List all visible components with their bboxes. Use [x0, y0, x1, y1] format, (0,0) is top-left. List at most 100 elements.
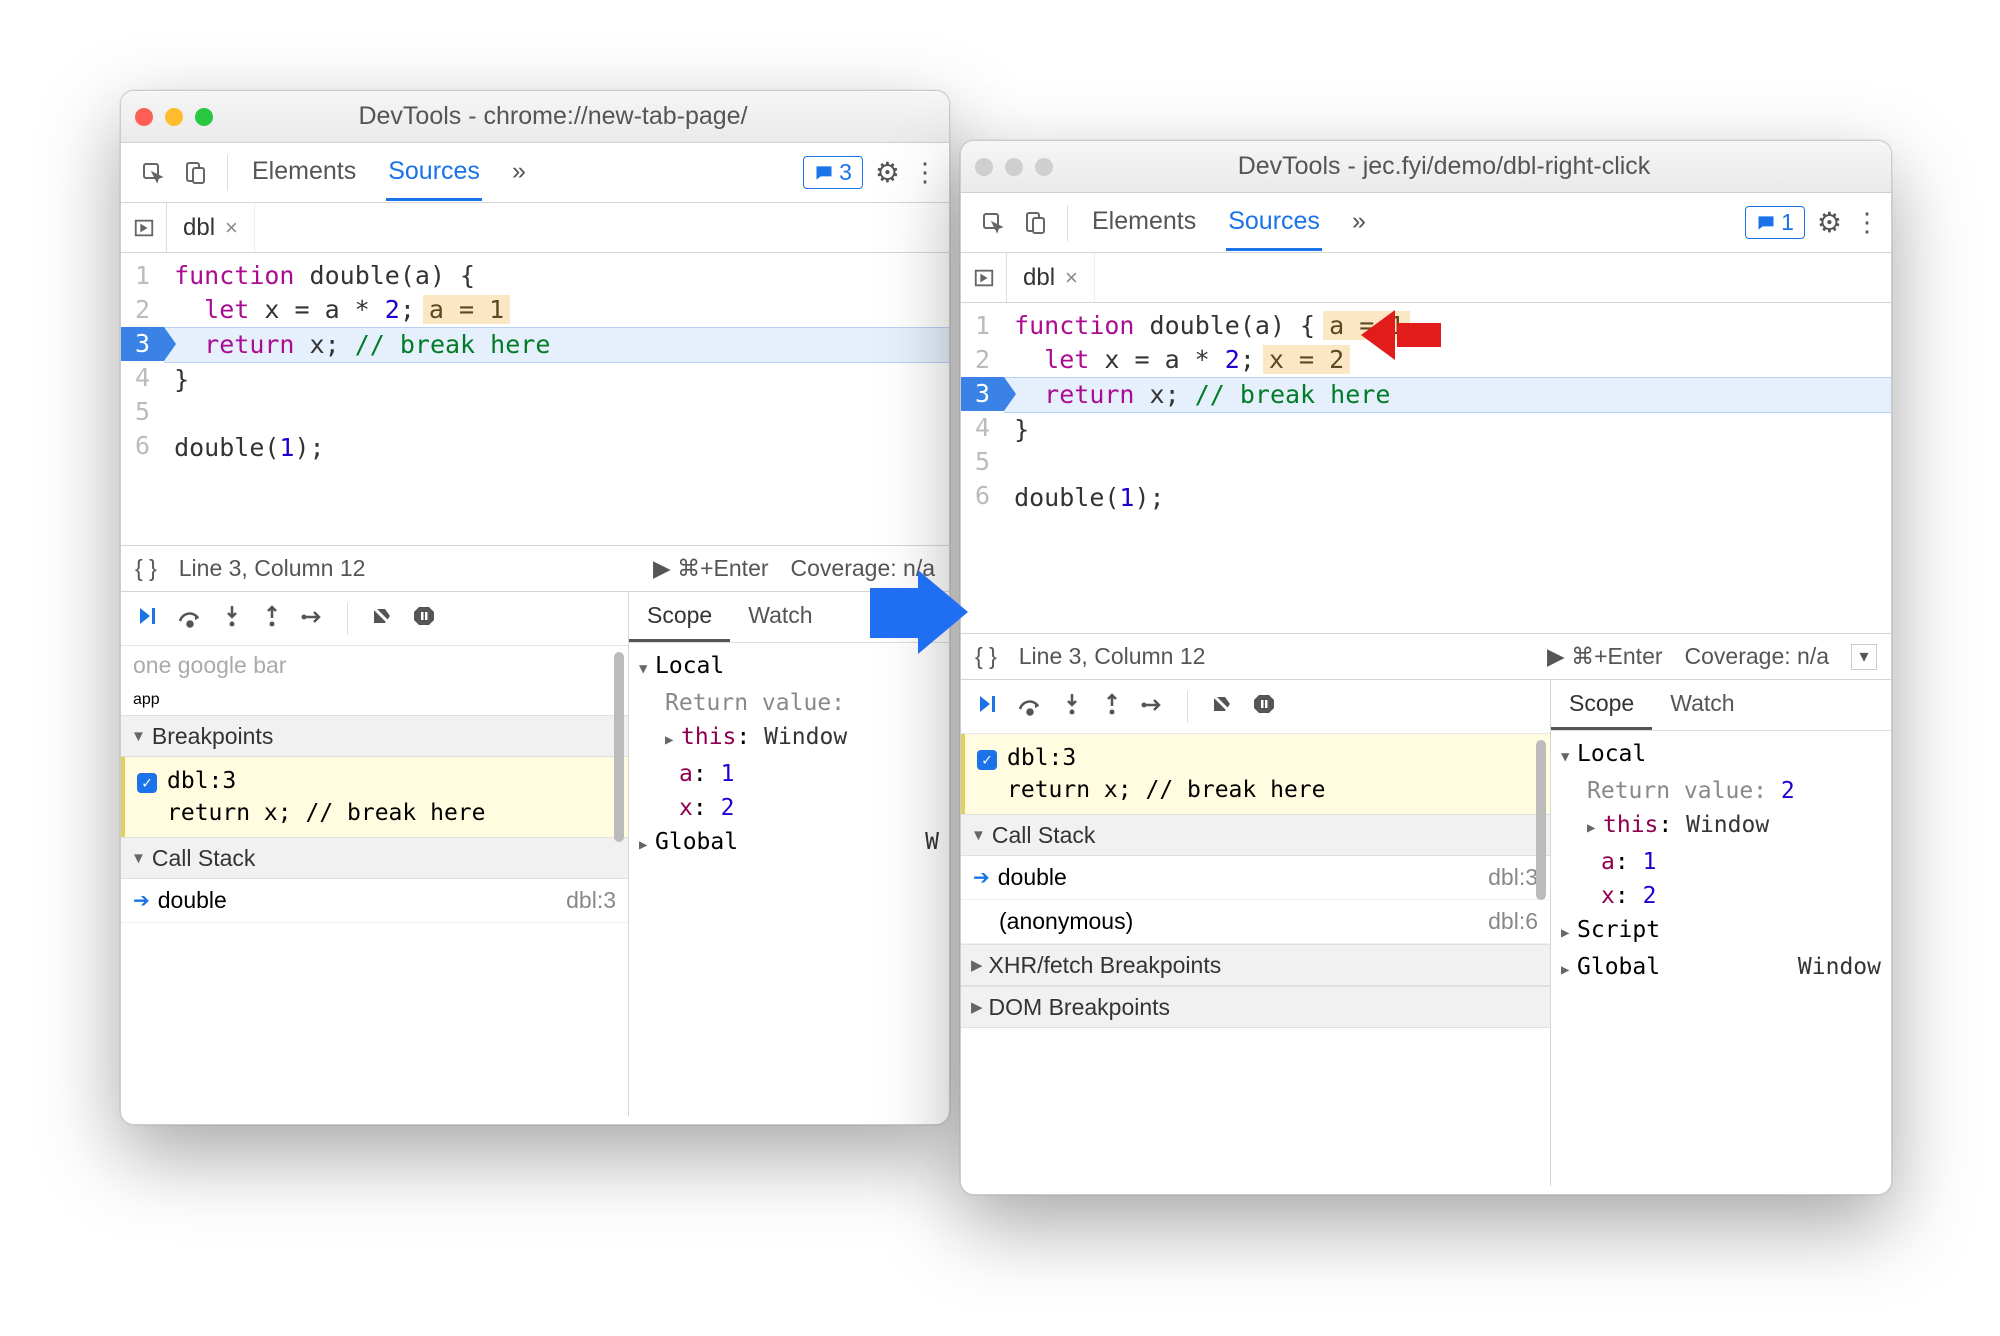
gear-icon[interactable]: ⚙ [1817, 206, 1842, 239]
deactivate-bp-icon[interactable] [1210, 691, 1234, 723]
cursor-position: Line 3, Column 12 [1019, 643, 1206, 670]
breakpoint-checkbox[interactable]: ✓ [977, 750, 997, 770]
panel-toolbar: Elements Sources » 1 ⚙ ⋮ [961, 193, 1891, 253]
status-bar: { } Line 3, Column 12 ▶ ⌘+Enter Coverage… [961, 633, 1891, 679]
breakpoint-checkbox[interactable]: ✓ [137, 773, 157, 793]
device-icon[interactable] [1017, 205, 1053, 241]
xhr-breakpoints-header[interactable]: ▶XHR/fetch Breakpoints [961, 944, 1550, 986]
deactivate-bp-icon[interactable] [370, 603, 394, 635]
debug-left-pane: ✓dbl:3 return x; // break here ▼Call Sta… [961, 680, 1551, 1186]
faded-item: one google bar [121, 646, 628, 685]
stack-frame[interactable]: ➔ double dbl:3 [961, 856, 1550, 900]
step-into-icon[interactable] [221, 603, 243, 635]
traffic-lights [975, 158, 1053, 176]
scrollbar-thumb[interactable] [1536, 740, 1546, 900]
callstack-header[interactable]: ▼Call Stack [961, 814, 1550, 856]
debug-right-pane: Scope Watch ▼Local Return value: 2 ▶this… [1551, 680, 1891, 1186]
navigator-icon[interactable] [121, 203, 167, 252]
pretty-print-icon[interactable]: { } [975, 643, 997, 670]
tab-scope[interactable]: Scope [1551, 680, 1652, 730]
pause-exceptions-icon[interactable] [412, 603, 436, 635]
file-tab-label: dbl [183, 214, 215, 242]
close-icon[interactable] [975, 158, 993, 176]
inspect-icon[interactable] [135, 155, 171, 191]
scope-watch-tabs: Scope Watch [1551, 680, 1891, 731]
maximize-icon[interactable] [1035, 158, 1053, 176]
cursor-position: Line 3, Column 12 [179, 555, 366, 582]
scope-tree: ▼Local Return value: ▶this: Window a: 1 … [629, 643, 949, 868]
annotation-red-arrow [1361, 313, 1441, 353]
file-tab-dbl[interactable]: dbl × [1007, 253, 1095, 302]
scope-item-app[interactable]: app [121, 685, 628, 715]
step-over-icon[interactable] [1017, 691, 1043, 723]
breakpoint-item[interactable]: ✓dbl:3 return x; // break here [121, 757, 628, 837]
step-icon[interactable] [301, 603, 325, 635]
maximize-icon[interactable] [195, 108, 213, 126]
divider [227, 155, 228, 191]
devtools-window-left: DevTools - chrome://new-tab-page/ Elemen… [120, 90, 950, 1125]
tab-elements[interactable]: Elements [1090, 195, 1198, 251]
debugger-pane: one google bar app ▼Breakpoints ✓dbl:3 r… [121, 591, 949, 1116]
tab-more[interactable]: » [1350, 195, 1368, 251]
divider [1067, 205, 1068, 241]
scrollbar-thumb[interactable] [614, 652, 624, 842]
device-icon[interactable] [177, 155, 213, 191]
resume-icon[interactable] [975, 691, 999, 723]
navigator-icon[interactable] [961, 253, 1007, 302]
step-into-icon[interactable] [1061, 691, 1083, 723]
gear-icon[interactable]: ⚙ [875, 156, 900, 189]
kebab-icon[interactable]: ⋮ [912, 157, 935, 188]
breakpoint-item[interactable]: ✓dbl:3 return x; // break here [961, 734, 1550, 814]
devtools-window-right: DevTools - jec.fyi/demo/dbl-right-click … [960, 140, 1892, 1195]
tab-sources[interactable]: Sources [1226, 195, 1322, 251]
close-tab-icon[interactable]: × [1065, 265, 1078, 291]
messages-count: 3 [839, 159, 852, 186]
breakpoints-header[interactable]: ▼Breakpoints [121, 715, 628, 757]
close-icon[interactable] [135, 108, 153, 126]
titlebar: DevTools - jec.fyi/demo/dbl-right-click [961, 141, 1891, 193]
file-tab-label: dbl [1023, 264, 1055, 292]
scope-tree: ▼Local Return value: 2 ▶this: Window a: … [1551, 731, 1891, 993]
run-hint: ▶ ⌘+Enter [653, 555, 768, 582]
kebab-icon[interactable]: ⋮ [1854, 207, 1877, 238]
code-editor[interactable]: 123456function double(a) {a = 1 let x = … [961, 303, 1891, 633]
step-out-icon[interactable] [1101, 691, 1123, 723]
messages-badge[interactable]: 1 [1745, 206, 1805, 239]
file-tab-dbl[interactable]: dbl × [167, 203, 255, 252]
stack-frame[interactable]: (anonymous) dbl:6 [961, 900, 1550, 944]
code-editor[interactable]: 123456function double(a) { let x = a * 2… [121, 253, 949, 545]
titlebar: DevTools - chrome://new-tab-page/ [121, 91, 949, 143]
minimize-icon[interactable] [165, 108, 183, 126]
step-icon[interactable] [1141, 691, 1165, 723]
window-title: DevTools - chrome://new-tab-page/ [231, 102, 935, 131]
messages-badge[interactable]: 3 [803, 156, 863, 189]
file-tabs: dbl × [121, 203, 949, 253]
pretty-print-icon[interactable]: { } [135, 555, 157, 582]
close-tab-icon[interactable]: × [225, 215, 238, 241]
resume-icon[interactable] [135, 603, 159, 635]
divider [347, 603, 348, 635]
collapse-icon[interactable]: ▾ [1851, 644, 1877, 670]
inspect-icon[interactable] [975, 205, 1011, 241]
divider [1187, 691, 1188, 723]
pause-exceptions-icon[interactable] [1252, 691, 1276, 723]
tab-scope[interactable]: Scope [629, 592, 730, 642]
tab-watch[interactable]: Watch [730, 592, 830, 642]
tab-more[interactable]: » [510, 145, 528, 201]
step-over-icon[interactable] [177, 603, 203, 635]
tab-sources[interactable]: Sources [386, 145, 482, 201]
dom-breakpoints-header[interactable]: ▶DOM Breakpoints [961, 986, 1550, 1028]
step-out-icon[interactable] [261, 603, 283, 635]
tab-elements[interactable]: Elements [250, 145, 358, 201]
panel-toolbar: Elements Sources » 3 ⚙ ⋮ [121, 143, 949, 203]
stack-frame[interactable]: ➔ double dbl:3 [121, 879, 628, 923]
run-hint: ▶ ⌘+Enter [1547, 643, 1662, 670]
callstack-header[interactable]: ▼Call Stack [121, 837, 628, 879]
status-bar: { } Line 3, Column 12 ▶ ⌘+Enter Coverage… [121, 545, 949, 591]
window-title: DevTools - jec.fyi/demo/dbl-right-click [1071, 152, 1877, 181]
tab-watch[interactable]: Watch [1652, 680, 1752, 730]
traffic-lights [135, 108, 213, 126]
messages-count: 1 [1781, 209, 1794, 236]
minimize-icon[interactable] [1005, 158, 1023, 176]
debug-right-pane: Scope Watch ▼Local Return value: ▶this: … [629, 592, 949, 1116]
